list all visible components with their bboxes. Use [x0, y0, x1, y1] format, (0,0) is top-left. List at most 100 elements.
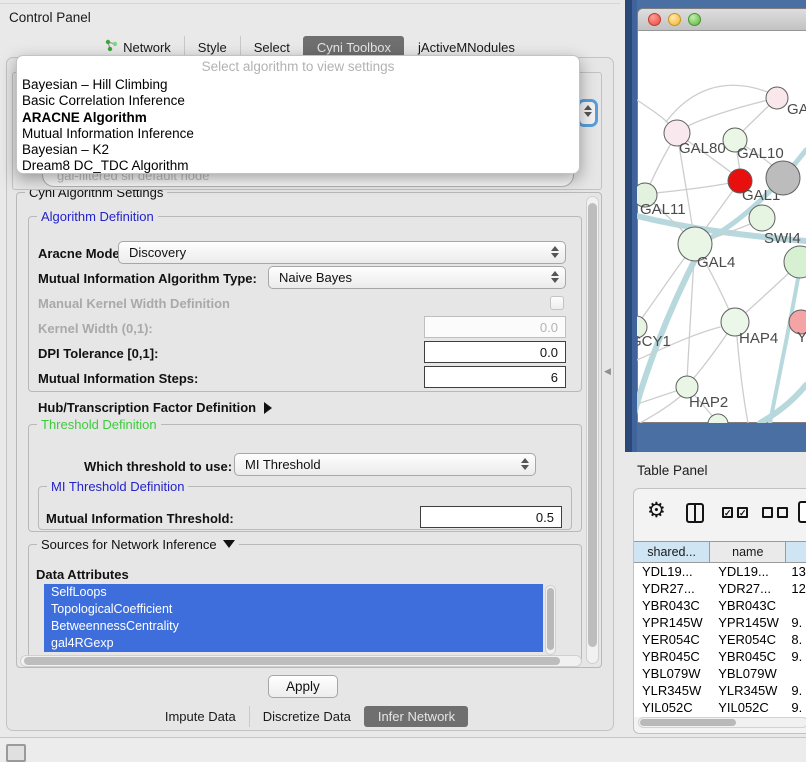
column-header-2[interactable]: [786, 542, 806, 562]
table-row[interactable]: YER054CYER054C8.: [634, 631, 806, 648]
dpi-tolerance-field[interactable]: 0.0: [424, 341, 566, 363]
column-header-name[interactable]: name: [710, 542, 786, 562]
node-label: HAP4: [739, 330, 778, 347]
table-row[interactable]: YIL052CYIL052C9.: [634, 699, 806, 716]
minimize-window-icon[interactable]: [668, 13, 681, 26]
table-cell: 9.: [786, 699, 806, 716]
attribute-item-gal4rgexp[interactable]: gal4RGexp: [44, 635, 543, 652]
tab-impute-data[interactable]: Impute Data: [152, 706, 249, 727]
algorithm-option-basic-correlation-inference[interactable]: Basic Correlation Inference: [17, 93, 579, 109]
attribute-list-scrollbar[interactable]: [545, 585, 556, 655]
algorithm-option-bayesian-hill-climbing[interactable]: Bayesian – Hill Climbing: [17, 77, 579, 93]
algorithm-option-aracne-algorithm[interactable]: ARACNE Algorithm: [17, 110, 579, 126]
tab-infer-network[interactable]: Infer Network: [364, 706, 468, 727]
mi-threshold-field[interactable]: 0.5: [420, 506, 562, 528]
data-attributes-label: Data Attributes: [36, 567, 129, 582]
table-row[interactable]: YPR145WYPR145W9.: [634, 614, 806, 631]
table-cell: YDR27...: [634, 580, 710, 597]
table-row[interactable]: YDR27...YDR27...12: [634, 580, 806, 597]
table-cell: YIL052C: [634, 699, 710, 716]
table-cell: YPR145W: [634, 614, 710, 631]
node-label: GAL80: [679, 140, 726, 157]
table-cell: YBR043C: [634, 597, 710, 614]
table-cell: YBR045C: [634, 648, 710, 665]
table-cell: YPR145W: [710, 614, 786, 631]
attribute-item-topologicalcoefficient[interactable]: TopologicalCoefficient: [44, 601, 543, 618]
network-edge: [640, 395, 682, 423]
table-panel: ⚙ ✓ ✓ shared...name YDL19...YDL19...13YD…: [633, 488, 806, 734]
zoom-window-icon[interactable]: [688, 13, 701, 26]
table-cell: YDL19...: [634, 563, 710, 580]
table-row[interactable]: YBR043CYBR043C: [634, 597, 806, 614]
network-node[interactable]: [766, 161, 800, 195]
table-cell: YBR045C: [710, 648, 786, 665]
control-panel-title: Control Panel: [9, 10, 91, 25]
network-edge: [760, 385, 806, 423]
table-cell: 13: [786, 563, 806, 580]
table-cell: [786, 665, 806, 682]
aracne-mode-combo[interactable]: Discovery: [118, 241, 566, 264]
algorithm-combo-stepper[interactable]: [577, 99, 598, 127]
table-cell: [786, 597, 806, 614]
algorithm-definition-title: Algorithm Definition: [37, 209, 158, 224]
apply-button[interactable]: Apply: [268, 675, 338, 698]
aracne-mode-label: Aracne Mode:: [38, 246, 124, 261]
algorithm-option-dream8-dc-tdc-algorithm[interactable]: Dream8 DC_TDC Algorithm: [17, 158, 579, 174]
table-cell: YIL052C: [710, 699, 786, 716]
manual-kernel-width-label: Manual Kernel Width Definition: [38, 296, 230, 311]
network-node-gal[interactable]: [766, 87, 788, 109]
combo-stepper-icon: [521, 458, 529, 470]
mi-threshold-value: 0.5: [536, 510, 554, 525]
table-horizontal-scrollbar[interactable]: [638, 717, 806, 728]
algorithm-option-mutual-information-inference[interactable]: Mutual Information Inference: [17, 126, 579, 142]
column-header-shared[interactable]: shared...: [634, 542, 710, 562]
network-canvas[interactable]: GALGAL80GAL10GAL1GAL11SWI4GAL4GCY1HAP4YH…: [637, 30, 806, 423]
network-window-titlebar[interactable]: [638, 9, 806, 31]
tab-label: Cyni Toolbox: [317, 40, 391, 55]
combo-stepper-icon: [551, 271, 559, 283]
columns-icon[interactable]: [686, 503, 704, 523]
checked-box-icon[interactable]: ✓: [737, 507, 748, 518]
table-cell: 9.: [786, 648, 806, 665]
tab-discretize-data[interactable]: Discretize Data: [249, 706, 364, 727]
table-panel-title: Table Panel: [637, 463, 708, 478]
hub-definition-toggle[interactable]: Hub/Transcription Factor Definition: [38, 400, 272, 415]
table-row[interactable]: YBR045CYBR045C9.: [634, 648, 806, 665]
attribute-item-betweennesscentrality[interactable]: BetweennessCentrality: [44, 618, 543, 635]
settings-horizontal-scrollbar[interactable]: [20, 655, 582, 667]
sources-title-row[interactable]: Sources for Network Inference: [37, 537, 239, 552]
panel-toggle-icon[interactable]: [6, 744, 26, 762]
close-window-icon[interactable]: [648, 13, 661, 26]
aracne-mode-value: Discovery: [129, 245, 186, 260]
table-cell: YLR345W: [634, 682, 710, 699]
manual-kernel-width-checkbox[interactable]: [550, 296, 564, 310]
network-node-swi4[interactable]: [749, 205, 775, 231]
attribute-item-selfloops[interactable]: SelfLoops: [44, 584, 543, 601]
table-row[interactable]: YDL19...YDL19...13: [634, 563, 806, 580]
algorithm-popup-prompt: Select algorithm to view settings: [17, 59, 579, 77]
document-icon[interactable]: [798, 501, 806, 523]
which-threshold-combo[interactable]: MI Threshold: [234, 453, 536, 476]
kernel-width-label: Kernel Width (0,1):: [38, 321, 153, 336]
table-cell: YLR345W: [710, 682, 786, 699]
network-edge: [737, 337, 748, 423]
checked-box-icon[interactable]: ✓: [722, 507, 733, 518]
unchecked-box-icon[interactable]: [777, 507, 788, 518]
network-node[interactable]: [784, 246, 806, 278]
table-row[interactable]: YBL079WYBL079W: [634, 665, 806, 682]
mi-steps-field[interactable]: 6: [424, 366, 566, 388]
threshold-definition-title: Threshold Definition: [37, 417, 161, 432]
network-edge: [655, 181, 740, 193]
chevron-down-icon: [223, 540, 235, 548]
table-cell: YBR043C: [710, 597, 786, 614]
table-cell: YBL079W: [634, 665, 710, 682]
mi-algorithm-type-combo[interactable]: Naive Bayes: [268, 266, 566, 289]
splitter-collapse-icon[interactable]: ◀: [604, 366, 611, 377]
unchecked-box-icon[interactable]: [762, 507, 773, 518]
mi-threshold-label: Mutual Information Threshold:: [46, 511, 234, 526]
gear-icon[interactable]: ⚙: [647, 500, 666, 521]
dpi-tolerance-label: DPI Tolerance [0,1]:: [38, 346, 158, 361]
table-row[interactable]: YLR345WYLR345W9.: [634, 682, 806, 699]
settings-vertical-scrollbar[interactable]: [586, 196, 599, 664]
algorithm-option-bayesian-k2[interactable]: Bayesian – K2: [17, 142, 579, 158]
